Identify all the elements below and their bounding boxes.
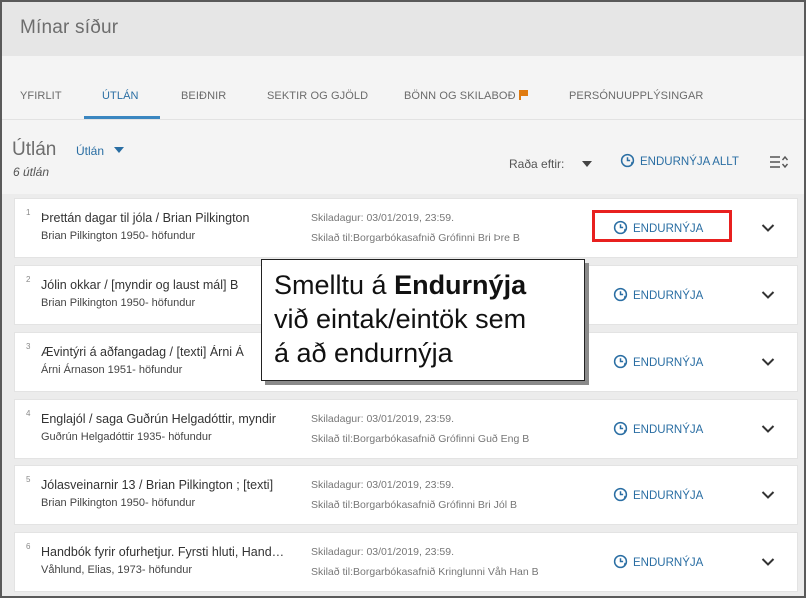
tab-bar: YFIRLIT ÚTLÁN BEIÐNIR SEKTIR OG GJÖLD BÖ… <box>2 56 804 120</box>
loan-title[interactable]: Ævintýri á aðfangadag / [texti] Árni Á <box>41 345 291 359</box>
renew-button[interactable]: ENDURNÝJA <box>613 220 703 235</box>
renew-clock-icon <box>613 354 628 369</box>
loans-section-header: Útlán Útlán 6 útlán Raða eftir: ENDURNÝJ… <box>2 120 804 194</box>
chevron-down-icon[interactable] <box>761 424 775 434</box>
chevron-down-icon[interactable] <box>761 557 775 567</box>
loan-due-date: Skiladagur: 03/01/2019, 23:59. <box>311 546 455 558</box>
chevron-down-icon[interactable] <box>761 290 775 300</box>
renew-clock-icon <box>613 287 628 302</box>
loan-row: 1 Þrettán dagar til jóla / Brian Pilking… <box>14 198 798 258</box>
row-number: 5 <box>26 475 31 484</box>
sort-label: Raða eftir: <box>509 157 565 171</box>
renew-button[interactable]: ENDURNÝJA <box>613 421 703 436</box>
loan-author: Våhlund, Elias, 1973- höfundur <box>41 564 193 576</box>
callout-line-3: á að endurnýja <box>274 338 453 368</box>
renew-clock-icon <box>620 153 635 168</box>
renew-button[interactable]: ENDURNÝJA <box>613 287 703 302</box>
loan-return-location: Skilað til:Borgarbókasafnið Grófinni Guð… <box>311 433 530 445</box>
row-number: 4 <box>26 409 31 418</box>
library-account-page: Mínar síður YFIRLIT ÚTLÁN BEIÐNIR SEKTIR… <box>0 0 806 598</box>
loan-title[interactable]: Englajól / saga Guðrún Helgadóttir, mynd… <box>41 412 291 426</box>
loan-due-date: Skiladagur: 03/01/2019, 23:59. <box>311 479 455 491</box>
page-header: Mínar síður <box>2 2 804 56</box>
active-tab-indicator <box>84 116 160 119</box>
loan-return-location: Skilað til:Borgarbókasafnið Grófinni Bri… <box>311 232 520 244</box>
renew-clock-icon <box>613 220 628 235</box>
loan-row: 5 Jólasveinarnir 13 / Brian Pilkington ;… <box>14 465 798 525</box>
chevron-down-icon[interactable] <box>761 490 775 500</box>
callout-line-2: við eintak/eintök sem <box>274 304 527 334</box>
renew-button[interactable]: ENDURNÝJA <box>613 554 703 569</box>
loan-author: Árni Árnason 1951- höfundur <box>41 364 183 376</box>
sort-options-icon[interactable] <box>769 154 789 170</box>
tab-loans[interactable]: ÚTLÁN <box>102 90 139 102</box>
tab-blocks-messages[interactable]: BÖNN OG SKILABOÐ <box>404 90 528 102</box>
loan-due-date: Skiladagur: 03/01/2019, 23:59. <box>311 413 455 425</box>
loan-return-location: Skilað til:Borgarbókasafnið Kringlunni V… <box>311 566 539 578</box>
renew-button[interactable]: ENDURNÝJA <box>613 487 703 502</box>
renew-all-button[interactable]: ENDURNÝJA ALLT <box>620 153 739 168</box>
tab-personal-info[interactable]: PERSÓNUUPPLÝSINGAR <box>569 90 703 102</box>
callout-line-1: Smelltu á Endurnýja <box>274 270 527 300</box>
sort-dropdown-caret[interactable] <box>582 161 592 167</box>
row-number: 2 <box>26 275 31 284</box>
renew-clock-icon <box>613 421 628 436</box>
chevron-down-icon[interactable] <box>761 223 775 233</box>
loan-due-date: Skiladagur: 03/01/2019, 23:59. <box>311 212 455 224</box>
instruction-callout: Smelltu á Endurnýja við eintak/eintök se… <box>261 259 585 381</box>
loan-title[interactable]: Þrettán dagar til jóla / Brian Pilkingto… <box>41 211 291 225</box>
flag-icon <box>518 90 528 100</box>
loan-title[interactable]: Handbók fyrir ofurhetjur. Fyrsti hluti, … <box>41 545 291 559</box>
tab-overview[interactable]: YFIRLIT <box>20 90 62 102</box>
loan-count: 6 útlán <box>13 165 50 179</box>
tab-requests[interactable]: BEIÐNIR <box>181 90 226 102</box>
loans-filter-value: Útlán <box>76 144 105 158</box>
loan-return-location: Skilað til:Borgarbókasafnið Grófinni Bri… <box>311 499 518 511</box>
chevron-down-icon[interactable] <box>761 357 775 367</box>
page-title: Mínar síður <box>20 17 119 38</box>
section-title: Útlán <box>12 139 57 160</box>
chevron-down-icon <box>114 147 125 153</box>
row-number: 6 <box>26 542 31 551</box>
loan-author: Brian Pilkington 1950- höfundur <box>41 230 196 242</box>
loan-row: 6 Handbók fyrir ofurhetjur. Fyrsti hluti… <box>14 532 798 592</box>
renew-clock-icon <box>613 554 628 569</box>
loans-filter-dropdown[interactable]: Útlán <box>76 144 125 158</box>
tab-fines[interactable]: SEKTIR OG GJÖLD <box>267 90 368 102</box>
row-number: 1 <box>26 208 31 217</box>
row-number: 3 <box>26 342 31 351</box>
loan-author: Guðrún Helgadóttir 1935- höfundur <box>41 431 212 443</box>
loan-author: Brian Pilkington 1950- höfundur <box>41 297 196 309</box>
loan-author: Brian Pilkington 1950- höfundur <box>41 497 196 509</box>
renew-button[interactable]: ENDURNÝJA <box>613 354 703 369</box>
loan-row: 4 Englajól / saga Guðrún Helgadóttir, my… <box>14 399 798 459</box>
loan-title[interactable]: Jólasveinarnir 13 / Brian Pilkington ; [… <box>41 478 291 492</box>
loan-title[interactable]: Jólin okkar / [myndir og laust mál] B <box>41 278 291 292</box>
renew-clock-icon <box>613 487 628 502</box>
